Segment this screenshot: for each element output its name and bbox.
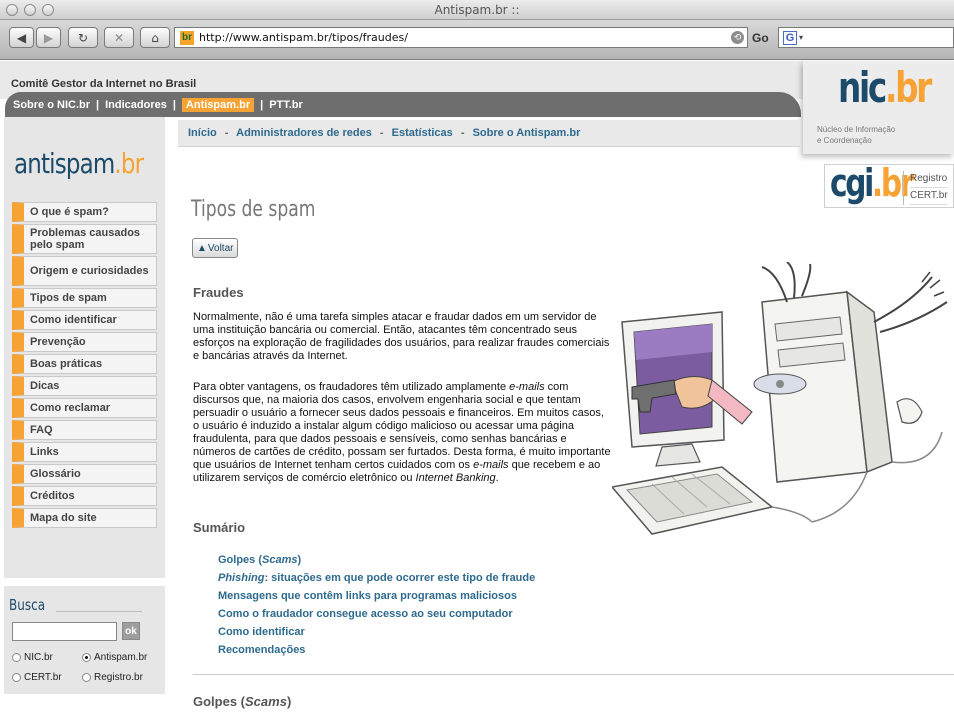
sidebar-item-o-que-e-spam[interactable]: O que é spam? — [12, 202, 157, 222]
nav-ptt[interactable]: PTT.br — [269, 99, 303, 111]
sumario-link-mensagens[interactable]: Mensagens que contêm links para programa… — [218, 587, 535, 605]
sidebar-item-links[interactable]: Links — [12, 442, 157, 462]
site-favicon: br — [180, 30, 194, 45]
sidebar-item-glossario[interactable]: Glossário — [12, 464, 157, 484]
reload-icon: ↻ — [77, 30, 89, 45]
sumario-link-golpes[interactable]: Golpes (Scams) — [218, 551, 535, 569]
nav-separator: | — [96, 98, 100, 111]
reload-button[interactable]: ↻ — [68, 27, 98, 48]
search-title: Busca — [9, 596, 46, 614]
nic-subtitle: Núcleo de Informação e Coordenação — [817, 125, 896, 145]
sidebar-item-dicas[interactable]: Dicas — [12, 376, 157, 396]
nic-logo-box[interactable]: nic.br Núcleo de Informação e Coordenaçã… — [803, 61, 954, 154]
url-text: http://www.antispam.br/tipos/fraudes/ — [199, 31, 408, 44]
radio-registro[interactable]: Registro.br — [82, 672, 143, 683]
window-title: Antispam.br :: — [434, 3, 520, 17]
breadcrumb-sobre[interactable]: Sobre o Antispam.br — [473, 127, 581, 139]
snapback-icon[interactable]: ⟲ — [731, 31, 744, 44]
sidebar-item-tipos-de-spam[interactable]: Tipos de spam — [12, 288, 157, 308]
nav-sobre-nic[interactable]: Sobre o NIC.br — [13, 99, 90, 111]
sidebar-item-problemas[interactable]: Problemas causados pelo spam — [12, 224, 157, 254]
page-title: Tipos de spam — [191, 197, 316, 222]
fraudes-paragraph-1: Normalmente, não é uma tarefa simples at… — [193, 311, 610, 362]
top-nav: Sobre o NIC.br | Indicadores | Antispam.… — [5, 92, 801, 117]
divider — [193, 674, 954, 675]
fraud-illustration — [612, 262, 948, 535]
nav-separator: | — [260, 98, 264, 111]
golpes-heading: Golpes (Scams) — [193, 694, 292, 709]
fraudes-heading: Fraudes — [193, 285, 244, 300]
cgi-logo-box[interactable]: cgi.br Registro CERT.br — [824, 161, 954, 208]
sidebar-item-origem[interactable]: Origem e curiosidades — [12, 256, 157, 286]
breadcrumb-admin-redes[interactable]: Administradores de redes — [236, 127, 372, 139]
voltar-button[interactable]: ▲ Voltar — [192, 238, 239, 258]
fraudes-paragraph-2: Para obter vantagens, os fraudadores têm… — [193, 381, 611, 484]
radio-icon — [12, 653, 21, 662]
back-button[interactable]: ◀ — [9, 27, 34, 48]
breadcrumb-estatisticas[interactable]: Estatísticas — [392, 127, 453, 139]
address-bar[interactable]: br http://www.antispam.br/tipos/fraudes/ — [174, 27, 748, 48]
radio-icon — [12, 673, 21, 682]
up-arrow-icon: ▲ — [197, 242, 207, 254]
breadcrumb-inicio[interactable]: Início — [188, 127, 217, 139]
chevron-down-icon[interactable]: ▾ — [799, 33, 803, 42]
antispam-logo[interactable]: antispam.br — [14, 147, 144, 180]
home-icon: ⌂ — [151, 30, 159, 45]
radio-nic[interactable]: NIC.br — [12, 652, 53, 663]
nav-indicadores[interactable]: Indicadores — [105, 99, 167, 111]
sumario-link-recomendacoes[interactable]: Recomendações — [218, 641, 535, 659]
sidebar-item-prevencao[interactable]: Prevenção — [12, 332, 157, 352]
sidebar-item-como-identificar[interactable]: Como identificar — [12, 310, 157, 330]
sidebar-item-como-reclamar[interactable]: Como reclamar — [12, 398, 157, 418]
nav-antispam[interactable]: Antispam.br — [181, 97, 255, 112]
search-input[interactable] — [12, 622, 117, 641]
sumario-heading: Sumário — [193, 520, 246, 535]
cert-link[interactable]: CERT.br — [910, 188, 948, 205]
sidebar-item-faq[interactable]: FAQ — [12, 420, 157, 440]
registro-link[interactable]: Registro — [910, 171, 948, 188]
radio-antispam[interactable]: Antispam.br — [82, 652, 147, 663]
forward-button[interactable]: ▶ — [36, 27, 61, 48]
window-titlebar: Antispam.br :: — [0, 0, 954, 20]
sidebar-item-boas-praticas[interactable]: Boas práticas — [12, 354, 157, 374]
sidebar-item-mapa-do-site[interactable]: Mapa do site — [12, 508, 157, 528]
breadcrumb-separator: - — [379, 127, 384, 139]
back-arrow-icon: ◀ — [16, 30, 27, 45]
home-button[interactable]: ⌂ — [140, 27, 170, 48]
cgi-logo: cgi.br — [830, 161, 914, 205]
sumario-link-phishing[interactable]: Phishing: situações em que pode ocorrer … — [218, 569, 535, 587]
breadcrumb-separator: - — [224, 127, 229, 139]
radio-checked-icon — [82, 653, 91, 662]
radio-icon — [82, 673, 91, 682]
search-ok-button[interactable]: ok — [122, 622, 140, 640]
breadcrumb: Início - Administradores de redes - Esta… — [178, 120, 800, 147]
sumario-list: Golpes (Scams) Phishing: situações em qu… — [218, 551, 535, 659]
cgi-label: Comitê Gestor da Internet no Brasil — [11, 78, 197, 90]
go-label: Go — [752, 31, 769, 45]
sidebar-menu: O que é spam? Problemas causados pelo sp… — [12, 202, 157, 530]
nav-separator: | — [172, 98, 176, 111]
stop-icon: ✕ — [113, 30, 125, 45]
sumario-link-acesso[interactable]: Como o fraudador consegue acesso ao seu … — [218, 605, 535, 623]
nic-logo: nic.br — [838, 63, 932, 112]
forward-arrow-icon: ▶ — [43, 30, 54, 45]
radio-cert[interactable]: CERT.br — [12, 672, 62, 683]
breadcrumb-separator: - — [460, 127, 465, 139]
sidebar-item-creditos[interactable]: Créditos — [12, 486, 157, 506]
stop-button[interactable]: ✕ — [104, 27, 134, 48]
browser-toolbar: ◀ ▶ ↻ ✕ ⌂ br http://www.antispam.br/tipo… — [0, 20, 954, 60]
cgi-links: Registro CERT.br — [903, 171, 948, 205]
google-search-field[interactable]: G ▾ — [778, 27, 954, 48]
divider — [56, 611, 142, 612]
google-icon[interactable]: G — [783, 30, 797, 45]
sumario-link-identificar[interactable]: Como identificar — [218, 623, 535, 641]
